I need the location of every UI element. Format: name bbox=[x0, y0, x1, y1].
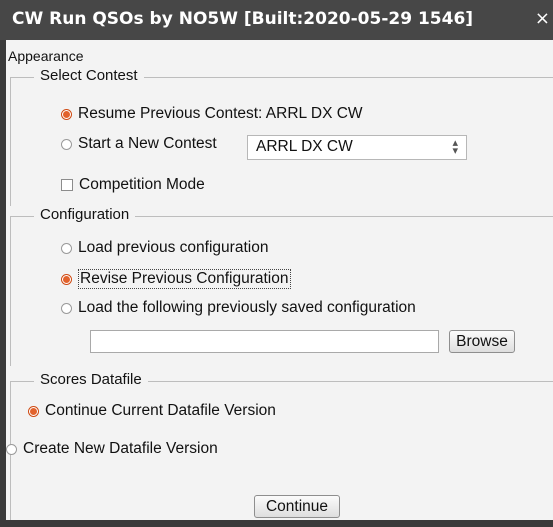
continue-datafile-option[interactable]: Continue Current Datafile Version bbox=[28, 402, 276, 420]
revise-config-radio[interactable] bbox=[61, 273, 72, 285]
select-contest-title: Select Contest bbox=[34, 67, 144, 84]
contest-select[interactable]: ARRL DX CW ▴ ▾ bbox=[247, 135, 467, 160]
start-contest-label: Start a New Contest bbox=[78, 135, 217, 152]
select-arrows-icon: ▴ ▾ bbox=[452, 137, 458, 157]
resume-contest-radio[interactable] bbox=[61, 108, 72, 120]
create-datafile-radio[interactable] bbox=[6, 443, 17, 455]
load-saved-config-option[interactable]: Load the following previously saved conf… bbox=[61, 299, 416, 317]
load-saved-config-label: Load the following previously saved conf… bbox=[78, 299, 416, 316]
window-titlebar: CW Run QSOs by NO5W [Built:2020-05-29 15… bbox=[0, 0, 553, 40]
competition-mode-option[interactable]: Competition Mode bbox=[61, 176, 205, 194]
scores-datafile-title: Scores Datafile bbox=[34, 371, 148, 388]
start-contest-radio[interactable] bbox=[61, 138, 72, 150]
window-title: CW Run QSOs by NO5W [Built:2020-05-29 15… bbox=[12, 9, 474, 29]
dialog-content: Appearance Select Contest Resume Previou… bbox=[6, 40, 553, 520]
load-saved-config-radio[interactable] bbox=[61, 302, 72, 314]
window-bottom-border bbox=[0, 520, 553, 527]
load-previous-config-radio[interactable] bbox=[61, 242, 72, 254]
load-previous-config-label: Load previous configuration bbox=[78, 239, 269, 256]
continue-button[interactable]: Continue bbox=[254, 495, 340, 518]
competition-mode-label: Competition Mode bbox=[79, 176, 205, 193]
load-previous-config-option[interactable]: Load previous configuration bbox=[61, 239, 268, 257]
browse-button[interactable]: Browse bbox=[449, 330, 515, 353]
create-datafile-label: Create New Datafile Version bbox=[23, 440, 218, 457]
continue-datafile-radio[interactable] bbox=[28, 405, 39, 417]
contest-select-value: ARRL DX CW bbox=[256, 138, 353, 155]
revise-config-label: Revise Previous Configuration bbox=[78, 269, 291, 289]
revise-config-option[interactable]: Revise Previous Configuration bbox=[61, 269, 291, 289]
competition-mode-checkbox[interactable] bbox=[61, 179, 73, 191]
config-path-input[interactable] bbox=[90, 330, 439, 353]
configuration-title: Configuration bbox=[34, 206, 136, 223]
close-icon[interactable]: × bbox=[535, 8, 550, 29]
start-contest-option[interactable]: Start a New Contest bbox=[61, 135, 217, 153]
resume-contest-label: Resume Previous Contest: ARRL DX CW bbox=[78, 105, 363, 122]
continue-datafile-label: Continue Current Datafile Version bbox=[45, 402, 276, 419]
create-datafile-option[interactable]: Create New Datafile Version bbox=[6, 440, 218, 458]
menu-appearance[interactable]: Appearance bbox=[6, 48, 84, 66]
resume-contest-option[interactable]: Resume Previous Contest: ARRL DX CW bbox=[61, 105, 363, 123]
